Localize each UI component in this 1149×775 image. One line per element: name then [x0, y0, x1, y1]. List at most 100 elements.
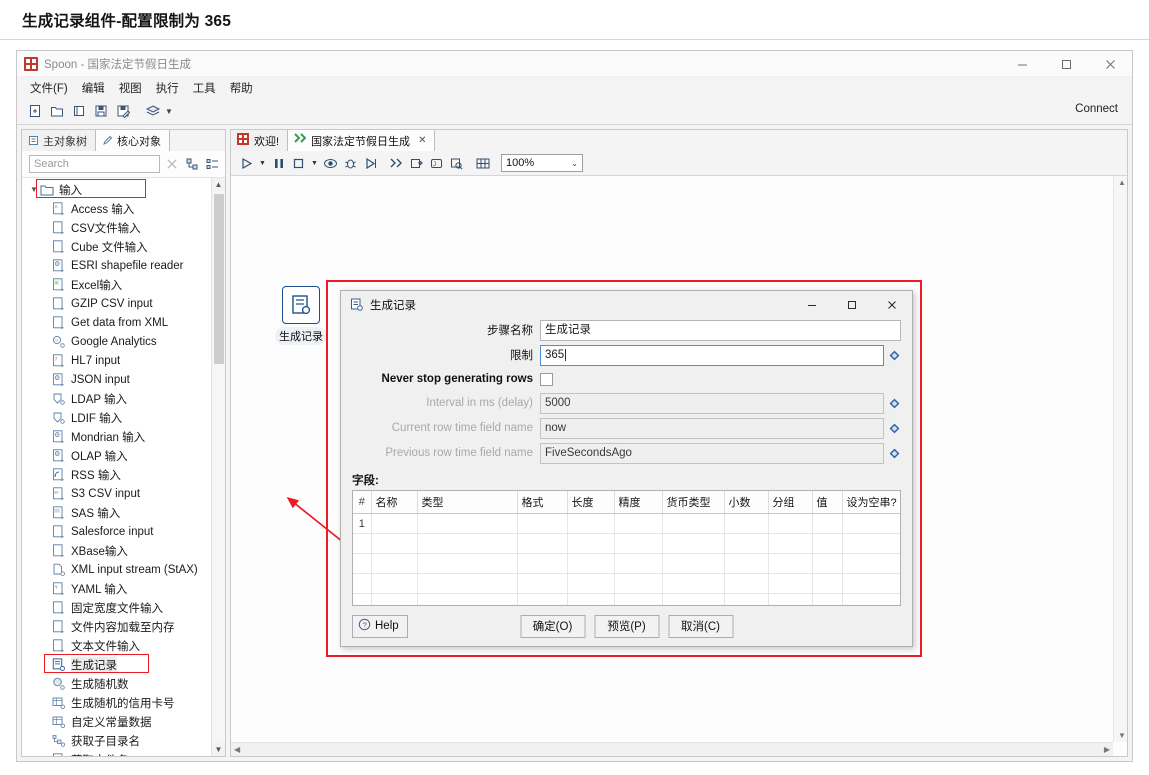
col-header-num[interactable]: # — [353, 491, 372, 514]
variable-diamond-icon[interactable] — [887, 350, 901, 361]
tree-item-21[interactable]: 固定宽度文件输入 — [22, 598, 211, 617]
menu-edit[interactable]: 编辑 — [75, 78, 112, 98]
grid-icon[interactable] — [473, 153, 492, 173]
analyze-impact-icon[interactable] — [407, 153, 426, 173]
table-cell-0[interactable] — [371, 513, 418, 534]
tree-item-24[interactable]: 生成记录 — [22, 655, 211, 674]
layers-icon[interactable] — [142, 101, 164, 122]
tree-item-23[interactable]: 文本文件输入 — [22, 636, 211, 655]
scroll-up-arrow-icon[interactable]: ▲ — [212, 178, 225, 191]
tab-welcome[interactable]: 欢迎! — [231, 130, 289, 151]
open-folder-icon[interactable] — [46, 101, 68, 122]
tree-item-12[interactable]: Mondrian 输入 — [22, 427, 211, 446]
variable-diamond-icon[interactable] — [887, 448, 901, 459]
toolbar-dropdown-caret-icon[interactable]: ▼ — [165, 107, 173, 116]
tree-item-15[interactable]: s3 S3 CSV input — [22, 484, 211, 503]
tab-core-objects[interactable]: 核心对象 — [96, 130, 170, 151]
table-cell-1[interactable] — [417, 513, 518, 534]
canvas-step-generate-rows[interactable]: 生成记录 — [271, 286, 331, 345]
close-icon[interactable]: ✕ — [418, 135, 426, 146]
tree-item-0[interactable]: A Access 输入 — [22, 199, 211, 218]
fields-table-container[interactable]: # 名称 类型 格式 长度 精度 货币类型 小数 分组 值 设为空串? 1 — [352, 490, 901, 606]
table-cell-7[interactable] — [768, 513, 813, 534]
col-header-value[interactable]: 值 — [812, 491, 843, 514]
pause-icon[interactable] — [269, 153, 288, 173]
ok-button[interactable]: 确定(O) — [520, 614, 585, 638]
tree-item-5[interactable]: GZIP CSV input — [22, 294, 211, 313]
col-header-decimal[interactable]: 小数 — [724, 491, 769, 514]
replay-icon[interactable] — [361, 153, 380, 173]
scroll-down-arrow-icon[interactable]: ▼ — [212, 743, 225, 756]
sidebar-scroll-thumb[interactable] — [214, 194, 224, 364]
zoom-level-select[interactable]: 100% ⌄ — [501, 154, 583, 172]
inspect-data-icon[interactable] — [447, 153, 466, 173]
canvas-horizontal-scrollbar[interactable]: ◀ ▶ — [231, 742, 1113, 756]
table-cell-3[interactable] — [567, 513, 615, 534]
table-cell-9[interactable] — [842, 513, 900, 534]
col-header-set-empty[interactable]: 设为空串? — [842, 491, 900, 514]
table-cell-8[interactable] — [812, 513, 843, 534]
table-cell-2[interactable] — [517, 513, 568, 534]
tree-item-29[interactable]: 获取文件名 — [22, 750, 211, 756]
tree-item-11[interactable]: LDIF 输入 — [22, 408, 211, 427]
tree-item-14[interactable]: RSS 输入 — [22, 465, 211, 484]
canvas-scroll-left-icon[interactable]: ◀ — [234, 745, 240, 754]
tree-item-13[interactable]: OLAP 输入 — [22, 446, 211, 465]
menu-file[interactable]: 文件(F) — [23, 78, 75, 98]
close-icon[interactable] — [1088, 51, 1132, 77]
table-cell-4[interactable] — [614, 513, 663, 534]
previous-row-time-input[interactable]: FiveSecondsAgo — [540, 442, 884, 464]
collapse-all-icon[interactable] — [204, 156, 220, 172]
tree-item-10[interactable]: LDAP 输入 — [22, 389, 211, 408]
table-row[interactable]: 1 — [353, 513, 900, 534]
dialog-close-icon[interactable] — [872, 291, 912, 319]
table-cell-5[interactable] — [662, 513, 725, 534]
tree-folder-input[interactable]: ▼ 输入 — [22, 180, 211, 199]
preview-button[interactable]: 预览(P) — [594, 614, 659, 638]
canvas-scroll-up-icon[interactable]: ▲ — [1118, 178, 1126, 187]
preview-icon[interactable] — [321, 153, 340, 173]
dialog-minimize-icon[interactable] — [792, 291, 832, 319]
current-row-time-input[interactable]: now — [540, 417, 884, 439]
tree-item-6[interactable]: Get data from XML — [22, 313, 211, 332]
col-header-currency[interactable]: 货币类型 — [662, 491, 725, 514]
col-header-name[interactable]: 名称 — [371, 491, 418, 514]
variable-diamond-icon[interactable] — [887, 398, 901, 409]
maximize-icon[interactable] — [1044, 51, 1088, 77]
variable-diamond-icon[interactable] — [887, 423, 901, 434]
limit-input[interactable]: 365 — [540, 344, 884, 366]
menu-help[interactable]: 帮助 — [223, 78, 260, 98]
canvas-scroll-down-icon[interactable]: ▼ — [1118, 731, 1126, 740]
never-stop-checkbox[interactable] — [540, 372, 553, 386]
tree-item-8[interactable]: 7 HL7 input — [22, 351, 211, 370]
menu-run[interactable]: 执行 — [149, 78, 186, 98]
canvas-vertical-scrollbar[interactable]: ▲ ▼ — [1113, 176, 1127, 742]
dialog-maximize-icon[interactable] — [832, 291, 872, 319]
sidebar-scrollbar[interactable]: ▲ ▼ — [211, 178, 225, 756]
col-header-length[interactable]: 长度 — [567, 491, 615, 514]
sql-icon[interactable]: J — [427, 153, 446, 173]
interval-input[interactable]: 5000 — [540, 392, 884, 414]
steps-tree[interactable]: ▼ 输入 A Access 输入 CSV文件输入 Cube 文件输入 ESRI shapef… — [22, 178, 211, 756]
tree-item-9[interactable]: JSON input — [22, 370, 211, 389]
tree-item-4[interactable]: X Excel输入 — [22, 275, 211, 294]
tree-item-28[interactable]: 获取子目录名 — [22, 731, 211, 750]
tree-item-7[interactable]: G Google Analytics — [22, 332, 211, 351]
tree-item-17[interactable]: Salesforce input — [22, 522, 211, 541]
tree-item-16[interactable]: SAS 输入 — [22, 503, 211, 522]
cancel-button[interactable]: 取消(C) — [668, 614, 733, 638]
col-header-type[interactable]: 类型 — [417, 491, 518, 514]
expand-all-icon[interactable] — [184, 156, 200, 172]
col-header-format[interactable]: 格式 — [517, 491, 568, 514]
save-icon[interactable] — [90, 101, 112, 122]
verify-icon[interactable] — [387, 153, 406, 173]
table-cell-6[interactable] — [724, 513, 769, 534]
tree-item-26[interactable]: 生成随机的信用卡号 — [22, 693, 211, 712]
step-name-input[interactable]: 生成记录 — [540, 319, 901, 341]
tree-item-19[interactable]: XML input stream (StAX) — [22, 560, 211, 579]
tree-item-18[interactable]: XBase输入 — [22, 541, 211, 560]
minimize-icon[interactable] — [1000, 51, 1044, 77]
clear-x-icon[interactable] — [164, 156, 180, 172]
save-as-icon[interactable] — [112, 101, 134, 122]
chevron-down-icon[interactable]: ▼ — [28, 185, 40, 194]
